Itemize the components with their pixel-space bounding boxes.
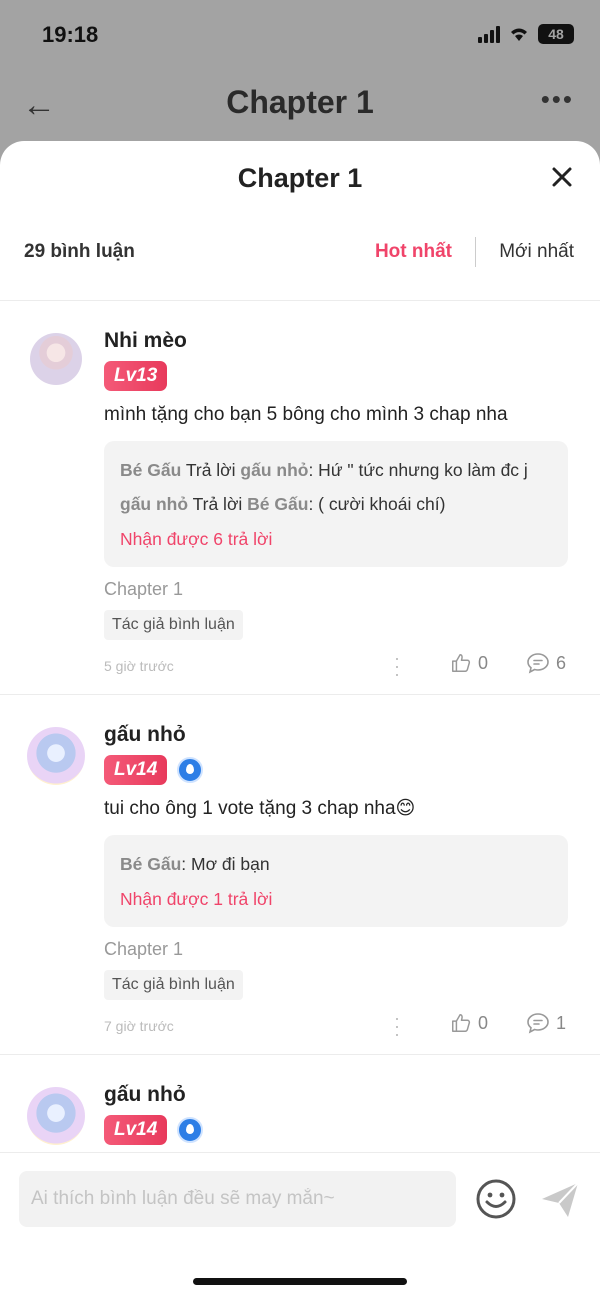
level-badge: Lv13 [104, 361, 168, 391]
reply-preview[interactable]: Bé Gấu Trả lời gấu nhỏ: Hứ " tức nhưng k… [104, 441, 568, 567]
comment-username[interactable]: gấu nhỏ [104, 1083, 600, 1111]
comment-username[interactable]: gấu nhỏ [104, 723, 600, 751]
comment-item: Nhi mèo Lv13 mình tặng cho bạn 5 bông ch… [0, 301, 600, 695]
sort-hot-tab[interactable]: Hot nhất [375, 241, 452, 263]
sheet-header: Chapter 1 [0, 141, 600, 219]
reply-target: Bé Gấu [247, 494, 309, 514]
more-options-icon[interactable]: · · · [394, 649, 400, 683]
background-page: 19:18 48 ← Chapter 1 ••• [0, 0, 600, 160]
comment-input[interactable] [19, 1171, 456, 1227]
comment-text: mình tặng cho bạn 5 bông cho mình 3 chap… [104, 404, 508, 425]
comment-bubble-icon [527, 653, 549, 674]
comments-sheet: Chapter 1 29 bình luận Hot nhất Mới nhất… [0, 141, 600, 1299]
reply-text: : ( cười khoái chí) [308, 494, 446, 514]
avatar[interactable] [27, 1087, 85, 1145]
view-replies-link[interactable]: Nhận được 1 trả lời [120, 881, 552, 917]
background-nav-bar: ← Chapter 1 ••• [0, 80, 600, 130]
reply-preview[interactable]: Bé Gấu: Mơ đi bạn Nhận được 1 trả lời [104, 835, 568, 927]
reply-button[interactable]: 1 [526, 1012, 566, 1034]
reply-line: Bé Gấu Trả lời gấu nhỏ: Hứ " tức nhưng k… [120, 453, 552, 487]
status-bar: 19:18 48 [0, 0, 600, 70]
thumbs-up-icon [452, 1014, 471, 1032]
comment-bubble-icon [527, 1013, 549, 1034]
comment-count: 29 bình luận [24, 241, 135, 262]
reply-line: Bé Gấu: Mơ đi bạn [120, 847, 552, 881]
sort-divider [475, 237, 476, 267]
reply-count-value: 6 [556, 652, 567, 673]
battery-icon: 48 [538, 24, 574, 44]
comment-time: 7 giờ trước [104, 1018, 174, 1034]
comment-meta: 5 giờ trước · · · 0 6 [104, 640, 600, 694]
like-count: 0 [478, 652, 489, 673]
user-badges: Lv14 [104, 1115, 600, 1145]
comment-input-bar [0, 1152, 600, 1299]
sort-bar: 29 bình luận Hot nhất Mới nhất [0, 219, 600, 301]
water-drop-badge-icon [177, 757, 204, 783]
view-replies-link[interactable]: Nhận được 6 trả lời [120, 521, 552, 557]
comment-meta: 7 giờ trước · · · 0 1 [104, 1000, 600, 1054]
sort-new-tab[interactable]: Mới nhất [499, 241, 574, 263]
signal-icon [478, 25, 500, 43]
comment-item: gấu nhỏ Lv14 tui cho ông 1 vote tặng 3 c… [0, 695, 600, 1055]
comment-time: 5 giờ trước [104, 658, 174, 674]
reply-verb: Trả lời [181, 460, 241, 480]
send-icon[interactable] [538, 1177, 582, 1221]
avatar[interactable] [27, 727, 85, 785]
reply-verb: Trả lời [188, 494, 248, 514]
user-badges: Lv13 [104, 361, 600, 391]
reply-target: gấu nhỏ [240, 460, 309, 480]
level-badge: Lv14 [104, 1115, 168, 1145]
close-icon[interactable] [550, 165, 574, 189]
reply-button[interactable]: 6 [526, 652, 566, 674]
reply-author: Bé Gấu [120, 854, 182, 874]
comment-text: tui cho ông 1 vote tặng 3 chap nha😊 [104, 798, 416, 819]
reply-line: gấu nhỏ Trả lời Bé Gấu: ( cười khoái chí… [120, 487, 552, 521]
like-button[interactable]: 0 [450, 652, 488, 674]
status-icons: 48 [478, 24, 574, 44]
reply-count-value: 1 [556, 1012, 567, 1033]
wifi-icon [511, 28, 527, 41]
emoji-icon[interactable] [474, 1177, 518, 1221]
level-badge: Lv14 [104, 755, 168, 785]
reply-text: : Mơ đi bạn [181, 854, 270, 874]
thumbs-up-icon [452, 654, 471, 672]
avatar[interactable] [30, 333, 82, 385]
background-title: Chapter 1 [226, 84, 374, 120]
water-drop-badge-icon [177, 1117, 204, 1143]
reply-author: Bé Gấu [120, 460, 182, 480]
home-indicator [193, 1278, 407, 1285]
chapter-reference[interactable]: Chapter 1 [104, 579, 600, 600]
comment-username[interactable]: Nhi mèo [104, 329, 600, 357]
like-button[interactable]: 0 [450, 1012, 488, 1034]
more-options-icon[interactable]: · · · [394, 1009, 400, 1043]
more-icon: ••• [540, 84, 574, 114]
user-badges: Lv14 [104, 755, 600, 785]
reply-author: gấu nhỏ [120, 494, 189, 514]
author-comment-tag: Tác giả bình luận [104, 970, 243, 1000]
chapter-reference[interactable]: Chapter 1 [104, 939, 600, 960]
sheet-title: Chapter 1 [237, 163, 363, 193]
author-comment-tag: Tác giả bình luận [104, 610, 243, 640]
comment-item: gấu nhỏ Lv14 [0, 1055, 600, 1145]
status-time: 19:18 [42, 22, 99, 47]
reply-text: : Hứ " tức nhưng ko làm đc j [308, 460, 528, 480]
like-count: 0 [478, 1012, 489, 1033]
